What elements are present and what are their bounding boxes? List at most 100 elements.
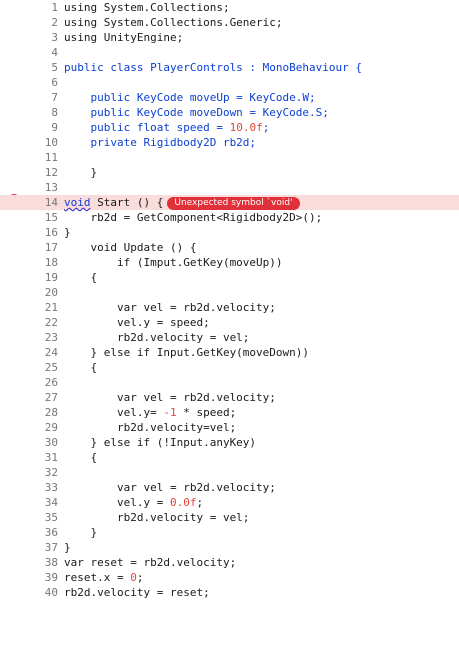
code-line[interactable]: 23 rb2d.velocity = vel; xyxy=(0,330,459,345)
code-line[interactable]: 19 { xyxy=(0,270,459,285)
code-line[interactable]: 25 { xyxy=(0,360,459,375)
code-token: { xyxy=(64,361,98,374)
code-line[interactable]: 10 private Rigidbody2D rb2d; xyxy=(0,135,459,150)
code-line[interactable]: 28 vel.y= -1 * speed; xyxy=(0,405,459,420)
code-line[interactable]: 12 } xyxy=(0,165,459,180)
code-token: public float speed = xyxy=(64,121,230,134)
code-line[interactable]: 39 reset.x = 0; xyxy=(0,570,459,585)
code-line[interactable]: 40 rb2d.velocity = reset; xyxy=(0,585,459,600)
code-token: rb2d.velocity=vel; xyxy=(64,421,237,434)
line-number: 21 xyxy=(44,301,58,314)
code-line[interactable]: 2 using System.Collections.Generic; xyxy=(0,15,459,30)
line-number: 39 xyxy=(44,571,58,584)
line-code: } xyxy=(64,165,97,180)
line-code: public KeyCode moveDown = KeyCode.S; xyxy=(64,105,329,120)
error-message-badge: Unexpected symbol `void' xyxy=(167,197,300,210)
line-code: { xyxy=(64,270,97,285)
code-line[interactable]: 4 xyxy=(0,45,459,60)
code-line[interactable]: 32 xyxy=(0,465,459,480)
code-line[interactable]: 30 } else if (!Input.anyKey) xyxy=(0,435,459,450)
code-token: * speed; xyxy=(176,406,237,419)
line-code: rb2d.velocity = vel; xyxy=(64,510,249,525)
code-line[interactable]: 26 xyxy=(0,375,459,390)
line-number: 22 xyxy=(44,316,58,329)
line-number: 5 xyxy=(51,61,58,74)
code-line[interactable]: 18 if (Imput.GetKey(moveUp)) xyxy=(0,255,459,270)
line-code: using System.Collections; xyxy=(64,0,230,15)
code-line-error[interactable]: 14 void Start () {Unexpected symbol `void… xyxy=(0,195,459,210)
code-token: vel.y = xyxy=(64,496,170,509)
code-line[interactable]: 31 { xyxy=(0,450,459,465)
line-number: 25 xyxy=(44,361,58,374)
code-line[interactable]: 34 vel.y = 0.0f; xyxy=(0,495,459,510)
code-token: } else if (!Input.anyKey) xyxy=(64,436,257,449)
code-token: public KeyCode moveDown = KeyCode.S; xyxy=(64,106,329,119)
code-token: { xyxy=(64,451,98,464)
code-line[interactable]: 17 void Update () { xyxy=(0,240,459,255)
code-editor[interactable]: ✕ 1using System.Collections;2using Syste… xyxy=(0,0,459,648)
line-code: } xyxy=(64,225,71,240)
line-number: 37 xyxy=(44,541,58,554)
code-line[interactable]: 29 rb2d.velocity=vel; xyxy=(0,420,459,435)
code-token: } xyxy=(64,541,71,554)
line-code: reset.x = 0; xyxy=(64,570,143,585)
line-number: 7 xyxy=(51,91,58,104)
code-line[interactable]: 27 var vel = rb2d.velocity; xyxy=(0,390,459,405)
code-line[interactable]: 9 public float speed = 10.0f; xyxy=(0,120,459,135)
code-token: var reset = rb2d.velocity; xyxy=(64,556,237,569)
line-code: using UnityEngine; xyxy=(64,30,183,45)
line-number: 8 xyxy=(51,106,58,119)
code-line[interactable]: 8 public KeyCode moveDown = KeyCode.S; xyxy=(0,105,459,120)
code-line[interactable]: 11 xyxy=(0,150,459,165)
line-code: var vel = rb2d.velocity; xyxy=(64,480,276,495)
line-number: 2 xyxy=(51,16,58,29)
code-line[interactable]: 1 using System.Collections; xyxy=(0,0,459,15)
code-line[interactable]: 35 rb2d.velocity = vel; xyxy=(0,510,459,525)
code-line[interactable]: 6 xyxy=(0,75,459,90)
code-line[interactable]: 36 } xyxy=(0,525,459,540)
line-number: 30 xyxy=(44,436,58,449)
code-line[interactable]: 37} xyxy=(0,540,459,555)
code-token: rb2d = GetComponent<Rigidbody2D>(); xyxy=(64,211,323,224)
code-line[interactable]: 13 xyxy=(0,180,459,195)
code-token: ; xyxy=(136,571,144,584)
line-number: 11 xyxy=(44,151,58,164)
line-code: private Rigidbody2D rb2d; xyxy=(64,135,256,150)
code-line[interactable]: 22 vel.y = speed; xyxy=(0,315,459,330)
code-token: rb2d.velocity = vel; xyxy=(64,511,250,524)
line-number: 36 xyxy=(44,526,58,539)
code-line[interactable]: 33 var vel = rb2d.velocity; xyxy=(0,480,459,495)
code-token: ; xyxy=(196,496,204,509)
code-token: void Update () { xyxy=(64,241,197,254)
code-line[interactable]: 38 var reset = rb2d.velocity; xyxy=(0,555,459,570)
code-line[interactable]: 24 } else if Input.GetKey(moveDown)) xyxy=(0,345,459,360)
line-code: void Update () { xyxy=(64,240,196,255)
line-code: rb2d.velocity = reset; xyxy=(64,585,210,600)
code-token: } xyxy=(64,526,98,539)
code-token: 0.0f xyxy=(169,496,197,509)
line-number: 31 xyxy=(44,451,58,464)
line-code: var reset = rb2d.velocity; xyxy=(64,555,236,570)
line-number: 14 xyxy=(44,196,58,209)
code-token: rb2d.velocity = vel; xyxy=(64,331,250,344)
code-token: } xyxy=(64,166,98,179)
code-token: void xyxy=(64,196,91,209)
line-code: vel.y = 0.0f; xyxy=(64,495,203,510)
code-line[interactable]: 7 public KeyCode moveUp = KeyCode.W; xyxy=(0,90,459,105)
code-line[interactable]: 21 var vel = rb2d.velocity; xyxy=(0,300,459,315)
line-number: 18 xyxy=(44,256,58,269)
line-number: 4 xyxy=(51,46,58,59)
code-line[interactable]: 3 using UnityEngine; xyxy=(0,30,459,45)
code-line[interactable]: 5 public class PlayerControls : MonoBehav… xyxy=(0,60,459,75)
line-code: var vel = rb2d.velocity; xyxy=(64,300,276,315)
code-token: 0 xyxy=(130,571,137,584)
code-token: 10.0f xyxy=(229,121,263,134)
code-line[interactable]: 15 rb2d = GetComponent<Rigidbody2D>(); xyxy=(0,210,459,225)
code-token: } else if Input.GetKey(moveDown)) xyxy=(64,346,310,359)
code-token: vel.y= xyxy=(64,406,164,419)
code-line[interactable]: 16} xyxy=(0,225,459,240)
line-code: } else if Input.GetKey(moveDown)) xyxy=(64,345,309,360)
line-number: 33 xyxy=(44,481,58,494)
code-line[interactable]: 20 xyxy=(0,285,459,300)
code-token: using System.Collections; xyxy=(64,1,230,14)
